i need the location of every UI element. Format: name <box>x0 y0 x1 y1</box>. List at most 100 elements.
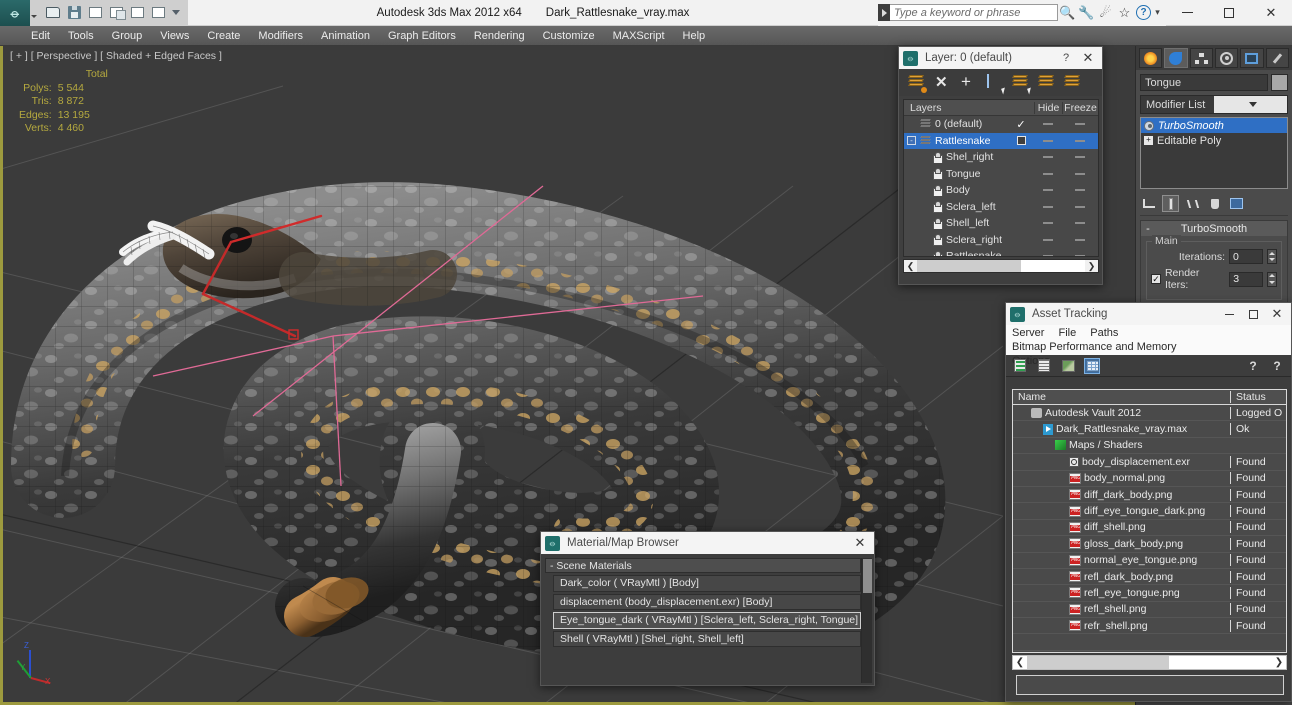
modify-tab[interactable] <box>1164 48 1188 68</box>
scroll-left-icon[interactable]: ❮ <box>1013 657 1027 668</box>
table-row[interactable]: Rattlesnake <box>904 248 1098 256</box>
maximize-button[interactable] <box>1208 0 1250 26</box>
menu-modifiers[interactable]: Modifiers <box>249 26 312 46</box>
material-map-browser-window[interactable]: ⦵ Material/Map Browser ✕ Search by Name … <box>540 531 875 686</box>
freeze-toggle[interactable] <box>1075 222 1085 225</box>
material-browser-titlebar[interactable]: ⦵ Material/Map Browser ✕ <box>541 532 874 554</box>
select-highlighted-objects-icon[interactable] <box>1012 74 1033 95</box>
hide-toggle[interactable] <box>1043 156 1053 159</box>
asset-minimize-button[interactable] <box>1217 313 1241 315</box>
table-row[interactable]: diff_shell.png Found <box>1013 520 1286 537</box>
layer-window-titlebar[interactable]: ⦵ Layer: 0 (default) ? ✕ <box>899 47 1102 69</box>
search-expand-icon[interactable] <box>878 4 890 21</box>
layer-manager-window[interactable]: ⦵ Layer: 0 (default) ? ✕ ✕ + Layers Hide… <box>898 46 1103 285</box>
hide-toggle[interactable] <box>1043 255 1053 256</box>
hide-toggle[interactable] <box>1043 189 1053 192</box>
freeze-toggle[interactable] <box>1075 172 1085 175</box>
scene-materials-header[interactable]: - Scene Materials <box>545 558 861 573</box>
object-name-field[interactable]: Tongue <box>1140 74 1268 91</box>
scroll-right-icon[interactable]: ❯ <box>1085 261 1098 272</box>
layer-close-button[interactable]: ✕ <box>1076 50 1100 66</box>
hide-toggle[interactable] <box>1043 222 1053 225</box>
scroll-thumb[interactable] <box>863 559 872 593</box>
material-vertical-scrollbar[interactable] <box>861 558 872 683</box>
freeze-toggle[interactable] <box>1075 255 1085 256</box>
undo-icon[interactable] <box>86 4 104 22</box>
asset-close-button[interactable]: ✕ <box>1265 306 1289 322</box>
add-layer-icon[interactable]: + <box>961 73 977 91</box>
table-row[interactable]: refl_eye_tongue.png Found <box>1013 585 1286 602</box>
render-iters-checkbox[interactable]: ✓ <box>1150 274 1161 284</box>
scroll-thumb[interactable] <box>917 260 1022 272</box>
menu-rendering[interactable]: Rendering <box>465 26 534 46</box>
add-selection-to-layer-icon[interactable] <box>1038 74 1055 91</box>
hierarchy-tab[interactable] <box>1189 48 1213 68</box>
freeze-toggle[interactable] <box>1075 139 1085 142</box>
menu-views[interactable]: Views <box>151 26 198 46</box>
table-row[interactable]: Body <box>904 182 1098 199</box>
iterations-field[interactable]: 0 <box>1229 249 1263 264</box>
hide-toggle[interactable] <box>1043 238 1053 241</box>
satellite-dish-icon[interactable]: ☄ <box>1096 3 1115 22</box>
save-icon[interactable] <box>65 4 83 22</box>
expand-collapse-icon[interactable]: - <box>907 136 916 146</box>
scroll-track[interactable] <box>917 260 1085 272</box>
freeze-toggle[interactable] <box>1075 156 1085 159</box>
layer-horizontal-scrollbar[interactable]: ❮ ❯ <box>903 259 1099 273</box>
help-icon[interactable]: ? <box>1134 3 1153 22</box>
remove-modifier-icon[interactable] <box>1206 195 1223 212</box>
utilities-tab[interactable] <box>1265 48 1289 68</box>
context-help-icon[interactable]: ? <box>1269 358 1285 374</box>
table-row[interactable]: Tongue <box>904 166 1098 183</box>
hide-toggle[interactable] <box>1043 172 1053 175</box>
render-icon[interactable] <box>149 4 167 22</box>
set-current-layer-icon[interactable] <box>1064 74 1081 91</box>
rollout-collapse-icon[interactable]: - <box>1141 223 1155 235</box>
table-row[interactable]: gloss_dark_body.png Found <box>1013 536 1286 553</box>
viewport-label[interactable]: [ + ] [ Perspective ] [ Shaded + Edged F… <box>10 50 222 62</box>
freeze-toggle[interactable] <box>1075 189 1085 192</box>
help-caret-icon[interactable]: ▾ <box>1153 3 1162 22</box>
table-row[interactable]: Sclera_right <box>904 232 1098 249</box>
scene-materials-list[interactable]: - Scene Materials Dark_color ( VRayMtl )… <box>545 558 861 683</box>
export-to-spreadsheet-icon[interactable] <box>1012 358 1028 374</box>
app-menu-caret-icon[interactable] <box>30 0 38 26</box>
table-row[interactable]: diff_eye_tongue_dark.png Found <box>1013 503 1286 520</box>
list-item[interactable]: displacement (body_displacement.exr) [Bo… <box>553 593 861 610</box>
hide-toggle[interactable] <box>1043 205 1053 208</box>
menu-create[interactable]: Create <box>198 26 249 46</box>
table-row[interactable]: Shel_right <box>904 149 1098 166</box>
motion-tab[interactable] <box>1214 48 1239 68</box>
table-row[interactable]: diff_dark_body.png Found <box>1013 487 1286 504</box>
new-layer-icon[interactable] <box>908 74 927 93</box>
menu-animation[interactable]: Animation <box>312 26 379 46</box>
modifier-stack-item-turbosmooth[interactable]: TurboSmooth <box>1141 118 1287 133</box>
wrench-icon[interactable]: 🔧 <box>1077 3 1096 22</box>
table-row[interactable]: refr_shell.png Found <box>1013 618 1286 635</box>
configure-modifier-sets-icon[interactable] <box>1228 195 1245 212</box>
asset-table[interactable]: Name Status Autodesk Vault 2012 Logged O… <box>1012 389 1287 653</box>
modifier-list-dropdown[interactable]: Modifier List <box>1140 95 1288 114</box>
redo-icon[interactable] <box>107 4 126 22</box>
asset-menu-paths[interactable]: Paths <box>1090 326 1118 340</box>
search-input[interactable]: Type a keyword or phrase <box>890 4 1058 21</box>
light-bulb-icon[interactable] <box>1144 120 1154 131</box>
modifier-stack-item-editable-poly[interactable]: + Editable Poly <box>1141 133 1287 148</box>
list-item[interactable]: Shell ( VRayMtl ) [Shel_right, Shell_lef… <box>553 630 861 647</box>
freeze-toggle[interactable] <box>1075 238 1085 241</box>
asset-menu-file[interactable]: File <box>1058 326 1076 340</box>
binoculars-icon[interactable]: 🔍 <box>1058 3 1077 22</box>
close-button[interactable]: ✕ <box>1250 0 1292 26</box>
scroll-right-icon[interactable]: ❯ <box>1272 657 1286 668</box>
object-color-swatch[interactable] <box>1271 74 1288 91</box>
table-row[interactable]: - Rattlesnake <box>904 132 1098 149</box>
scroll-left-icon[interactable]: ❮ <box>904 261 917 272</box>
minimize-button[interactable] <box>1166 0 1208 26</box>
grid-view-icon[interactable] <box>1084 357 1100 374</box>
turbosmooth-rollout[interactable]: - TurboSmooth Main Iterations: 0 ✓ Rende… <box>1140 220 1288 305</box>
menu-customize[interactable]: Customize <box>534 26 604 46</box>
render-iters-field[interactable]: 3 <box>1229 271 1264 287</box>
quick-access-caret-icon[interactable] <box>170 4 182 22</box>
table-row[interactable]: Maps / Shaders <box>1013 438 1286 455</box>
star-icon[interactable]: ☆ <box>1115 3 1134 22</box>
